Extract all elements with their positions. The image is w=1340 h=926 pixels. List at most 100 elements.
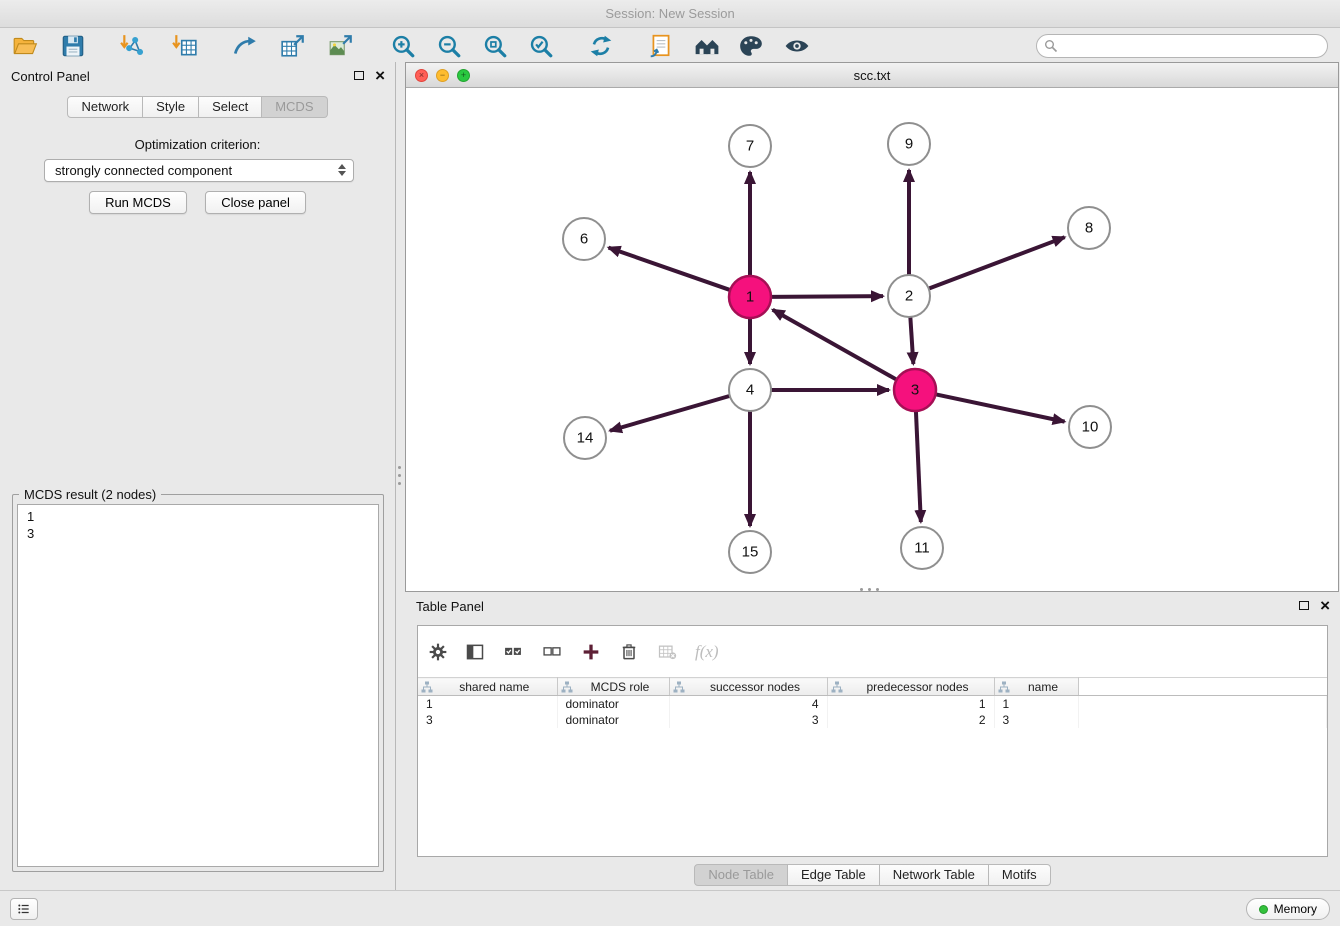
float-panel-icon[interactable]: [354, 71, 364, 80]
zoom-in-button[interactable]: [388, 31, 418, 61]
tab-node-table[interactable]: Node Table: [694, 864, 788, 886]
export-network-button[interactable]: [230, 31, 260, 61]
zoom-fit-button[interactable]: [480, 31, 510, 61]
node-table-card: f(x) shared name: [417, 625, 1328, 857]
show-details-button[interactable]: [782, 31, 812, 61]
open-session-button[interactable]: [10, 31, 40, 61]
report-button[interactable]: [646, 31, 676, 61]
close-panel-icon[interactable]: ×: [375, 70, 385, 81]
table-cell[interactable]: 3: [418, 712, 557, 728]
export-network-icon: [232, 33, 258, 59]
close-table-panel-icon[interactable]: ×: [1320, 600, 1330, 611]
mcds-result-list[interactable]: 1 3: [17, 504, 379, 867]
graph-edge-1-6[interactable]: [609, 248, 731, 290]
palette-icon: [738, 33, 764, 59]
save-session-button[interactable]: [58, 31, 88, 61]
delete-table-icon: [656, 642, 678, 662]
graph-node-label: 3: [911, 382, 919, 399]
table-cell[interactable]: dominator: [557, 696, 669, 712]
column-header-predecessor-nodes[interactable]: predecessor nodes: [827, 678, 994, 696]
column-header-successor-nodes[interactable]: successor nodes: [669, 678, 827, 696]
optimization-criterion-label: Optimization criterion:: [0, 137, 395, 152]
show-column-button[interactable]: [465, 642, 485, 662]
close-panel-button[interactable]: Close panel: [205, 191, 306, 214]
zoom-in-icon: [390, 33, 416, 59]
style-button[interactable]: [736, 31, 766, 61]
home-button[interactable]: [692, 31, 722, 61]
checked-boxes-icon: [502, 642, 524, 662]
task-history-button[interactable]: [10, 898, 38, 920]
control-panel: Control Panel × Network Style Select MCD…: [0, 62, 396, 890]
zoom-out-button[interactable]: [434, 31, 464, 61]
column-header-shared-name[interactable]: shared name: [418, 678, 557, 696]
graph-edge-4-14[interactable]: [610, 396, 730, 431]
close-window-icon[interactable]: ×: [415, 69, 428, 82]
gear-icon: [428, 642, 448, 662]
apply-layout-button[interactable]: [586, 31, 616, 61]
tab-edge-table[interactable]: Edge Table: [788, 864, 880, 886]
network-canvas[interactable]: 7968124314101511: [406, 88, 1338, 591]
criterion-dropdown[interactable]: strongly connected component: [44, 159, 354, 182]
graph-edge-3-1[interactable]: [773, 310, 897, 380]
function-builder-button[interactable]: f(x): [695, 642, 719, 662]
horizontal-splitter-handle[interactable]: [860, 588, 863, 591]
column-label: shared name: [459, 680, 529, 694]
network-window-titlebar[interactable]: × − + scc.txt: [406, 63, 1338, 88]
tab-style[interactable]: Style: [143, 96, 199, 118]
mcds-result-title: MCDS result (2 nodes): [19, 487, 161, 502]
unselect-all-button[interactable]: [541, 642, 563, 662]
memory-label: Memory: [1274, 902, 1317, 916]
tab-motifs[interactable]: Motifs: [989, 864, 1051, 886]
export-table-icon: [280, 33, 306, 59]
export-image-button[interactable]: [326, 31, 356, 61]
graph-edge-2-8[interactable]: [929, 237, 1065, 288]
table-cell[interactable]: 2: [827, 712, 994, 728]
graph-edge-2-3[interactable]: [910, 317, 913, 364]
app-titlebar: Session: New Session: [0, 0, 1340, 28]
tab-network[interactable]: Network: [67, 96, 143, 118]
column-header-name[interactable]: name: [994, 678, 1078, 696]
table-panel-title: Table Panel: [416, 599, 484, 614]
table-cell[interactable]: 1: [827, 696, 994, 712]
add-row-button[interactable]: [580, 641, 602, 663]
search-input[interactable]: [1036, 34, 1328, 58]
graph-edge-3-11[interactable]: [916, 411, 921, 522]
minimize-window-icon[interactable]: −: [436, 69, 449, 82]
table-cell[interactable]: 3: [994, 712, 1078, 728]
graph-edge-1-2[interactable]: [771, 296, 883, 297]
float-table-panel-icon[interactable]: [1299, 601, 1309, 610]
table-cell[interactable]: 1: [994, 696, 1078, 712]
zoom-out-icon: [436, 33, 462, 59]
maximize-window-icon[interactable]: +: [457, 69, 470, 82]
run-mcds-button[interactable]: Run MCDS: [89, 191, 187, 214]
memory-button[interactable]: Memory: [1246, 898, 1330, 920]
delete-table-button[interactable]: [656, 642, 678, 662]
tab-mcds[interactable]: MCDS: [262, 96, 327, 118]
table-cell[interactable]: dominator: [557, 712, 669, 728]
graph-node-label: 14: [577, 430, 594, 447]
tab-network-table[interactable]: Network Table: [880, 864, 989, 886]
column-settings-button[interactable]: [428, 642, 448, 662]
delete-row-button[interactable]: [619, 642, 639, 662]
criterion-value: strongly connected component: [55, 163, 232, 178]
export-table-button[interactable]: [278, 31, 308, 61]
zoom-fit-icon: [482, 33, 508, 59]
zoom-selected-icon: [528, 33, 554, 59]
graph-edge-3-10[interactable]: [936, 394, 1065, 421]
column-header-mcds-role[interactable]: MCDS role: [557, 678, 669, 696]
column-edit-icon: [831, 681, 843, 693]
import-table-button[interactable]: [170, 31, 200, 61]
zoom-selected-button[interactable]: [526, 31, 556, 61]
vertical-splitter-handle[interactable]: [398, 466, 401, 469]
table-cell[interactable]: 4: [669, 696, 827, 712]
table-row[interactable]: 1dominator411: [418, 696, 1327, 712]
import-network-button[interactable]: [118, 31, 148, 61]
column-label: name: [1028, 680, 1058, 694]
table-row[interactable]: 3dominator323: [418, 712, 1327, 728]
tab-select[interactable]: Select: [199, 96, 262, 118]
select-all-button[interactable]: [502, 642, 524, 662]
window-title: Session: New Session: [605, 6, 734, 21]
table-cell[interactable]: 3: [669, 712, 827, 728]
table-cell[interactable]: 1: [418, 696, 557, 712]
graph-node-label: 6: [580, 231, 588, 248]
